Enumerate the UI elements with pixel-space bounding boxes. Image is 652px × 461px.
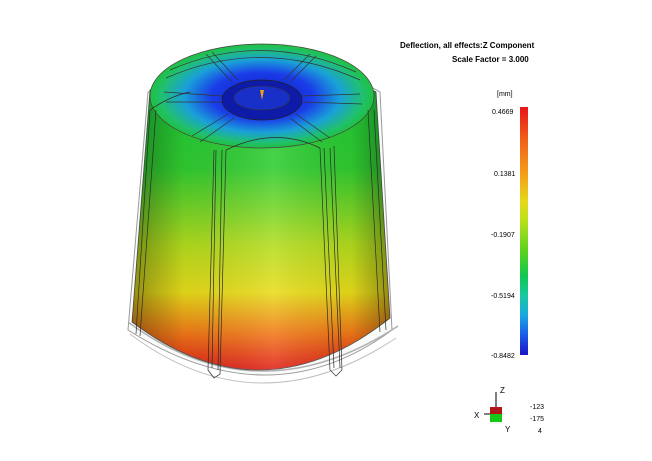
result-title: Deflection, all effects:Z Component bbox=[400, 41, 535, 50]
part-model[interactable] bbox=[0, 0, 652, 461]
scale-factor-label: Scale Factor = 3.000 bbox=[452, 55, 529, 64]
x-axis-label: X bbox=[474, 411, 480, 420]
triad-coord: -123 bbox=[530, 404, 545, 411]
triad-box-red bbox=[490, 407, 502, 414]
legend-unit: [mm] bbox=[497, 91, 513, 98]
legend-tick: -0.5194 bbox=[491, 293, 515, 300]
triad-coord: 4 bbox=[538, 428, 542, 435]
graphics-viewport[interactable]: Deflection, all effects:Z Component Scal… bbox=[0, 0, 652, 461]
triad-coord: -175 bbox=[530, 416, 545, 423]
triad-box-green bbox=[490, 414, 502, 422]
legend-colorbar bbox=[520, 107, 528, 355]
y-axis-label: Y bbox=[505, 425, 511, 434]
axis-triad[interactable] bbox=[478, 386, 518, 432]
legend-tick-min: -0.8482 bbox=[491, 353, 515, 360]
legend-tick: -0.1907 bbox=[491, 232, 515, 239]
legend-tick: 0.1381 bbox=[494, 171, 516, 178]
z-axis-label: Z bbox=[500, 386, 505, 395]
legend-tick-max: 0.4669 bbox=[492, 109, 514, 116]
